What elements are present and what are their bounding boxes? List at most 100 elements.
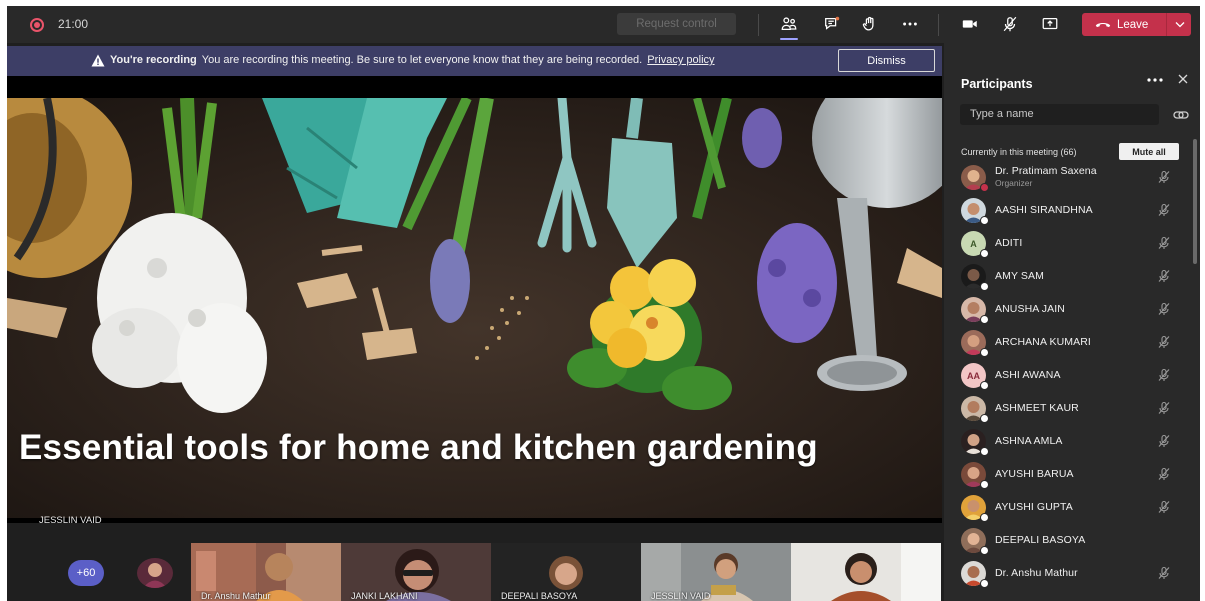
close-icon[interactable] (1175, 71, 1191, 87)
recording-title: You're recording (110, 54, 197, 66)
participant-name: ASHNA AMLA (995, 435, 1063, 447)
privacy-policy-link[interactable]: Privacy policy (647, 54, 714, 66)
participant-row[interactable]: A ADITI (944, 226, 1192, 259)
participant-name: ARCHANA KUMARI (995, 336, 1091, 348)
video-tile[interactable] (791, 543, 941, 601)
request-control-button[interactable]: Request control (617, 13, 736, 35)
participant-search-input[interactable] (960, 104, 1159, 124)
panel-more-icon[interactable] (1145, 73, 1165, 87)
participant-name: Dr. Anshu Mathur (995, 567, 1078, 579)
video-tile-name: JESSLIN VAID (651, 591, 711, 601)
status-badge (980, 414, 989, 423)
dismiss-button[interactable]: Dismiss (838, 49, 935, 72)
participant-row[interactable]: ASHMEET KAUR (944, 391, 1192, 424)
status-badge (980, 183, 989, 192)
participant-row[interactable]: Dr. Anshu Mathur (944, 556, 1192, 589)
share-invite-icon[interactable] (1172, 107, 1190, 123)
participant-avatar[interactable] (137, 558, 173, 588)
participants-icon[interactable] (776, 12, 802, 36)
status-badge (980, 513, 989, 522)
status-badge (980, 282, 989, 291)
participant-name: ADITI (995, 237, 1023, 249)
participant-role: Organizer (995, 178, 1033, 188)
video-tile-name: DEEPALI BASOYA (501, 591, 578, 601)
status-badge (980, 480, 989, 489)
more-participants-badge[interactable]: +60 (68, 560, 104, 586)
status-badge (980, 249, 989, 258)
video-tile[interactable]: JESSLIN VAID (641, 543, 791, 601)
active-tab-indicator (780, 38, 798, 40)
mic-off-icon[interactable] (1157, 500, 1171, 514)
mic-off-icon[interactable] (1157, 401, 1171, 415)
mic-off-icon[interactable] (1157, 434, 1171, 448)
participant-name: AYUSHI BARUA (995, 468, 1074, 480)
meeting-timer: 21:00 (58, 17, 89, 31)
panel-title: Participants (961, 77, 1033, 91)
presentation-slide: Essential tools for home and kitchen gar… (7, 98, 942, 518)
participant-name: ASHMEET KAUR (995, 402, 1079, 414)
participant-row[interactable]: AA ASHI AWANA (944, 358, 1192, 391)
status-badge (980, 447, 989, 456)
mute-all-button[interactable]: Mute all (1119, 143, 1179, 160)
participant-name: AMY SAM (995, 270, 1044, 282)
mic-off-icon[interactable] (1157, 302, 1171, 316)
warning-icon (91, 54, 105, 67)
toolbar-divider (758, 14, 759, 36)
participant-row[interactable]: ARCHANA KUMARI (944, 325, 1192, 358)
chat-icon[interactable] (819, 12, 845, 36)
meeting-toolbar: 21:00 Request control Leave (7, 6, 1200, 43)
status-badge (980, 579, 989, 588)
chevron-down-icon[interactable] (1173, 17, 1187, 31)
mic-off-icon[interactable] (1157, 566, 1171, 580)
participant-row[interactable]: Dr. Pratimam Saxena Organizer (944, 160, 1192, 193)
video-tile-name: JANKI LAKHANI (351, 591, 418, 601)
raise-hand-icon[interactable] (857, 12, 883, 36)
leave-label: Leave (1117, 18, 1149, 31)
leave-button[interactable]: Leave (1082, 13, 1191, 36)
participant-row[interactable]: AMY SAM (944, 259, 1192, 292)
presenter-name-tag: JESSLIN VAID (39, 515, 102, 526)
recording-banner: You're recording You are recording this m… (7, 46, 942, 76)
participant-name: Dr. Pratimam Saxena (995, 165, 1097, 177)
participant-search[interactable] (960, 104, 1159, 125)
leave-split-divider (1166, 13, 1167, 36)
mic-off-icon[interactable] (1157, 269, 1171, 283)
panel-scrollbar[interactable] (1193, 139, 1197, 264)
status-badge (980, 381, 989, 390)
mic-off-icon[interactable] (1157, 335, 1171, 349)
participant-row[interactable]: AYUSHI BARUA (944, 457, 1192, 490)
recording-message: You're recording You are recording this m… (110, 54, 715, 66)
status-badge (980, 216, 989, 225)
video-tile[interactable]: DEEPALI BASOYA (491, 543, 641, 601)
status-badge (980, 348, 989, 357)
video-tile[interactable]: JANKI LAKHANI (341, 543, 491, 601)
participant-row[interactable]: AASHI SIRANDHNA (944, 193, 1192, 226)
participant-row[interactable]: AYUSHI GUPTA (944, 490, 1192, 523)
mic-off-icon[interactable] (1157, 467, 1171, 481)
mic-off-icon[interactable] (1157, 236, 1171, 250)
camera-icon[interactable] (957, 12, 983, 36)
participant-row[interactable]: ASHNA AMLA (944, 424, 1192, 457)
participant-video-strip: +60 Dr. Anshu Mathur JANKI LAKHANI DEEPA… (7, 541, 942, 601)
video-tile-name: Dr. Anshu Mathur (201, 591, 271, 601)
participant-name: ASHI AWANA (995, 369, 1061, 381)
status-badge (980, 315, 989, 324)
participant-name: AASHI SIRANDHNA (995, 204, 1093, 216)
participant-name: DEEPALI BASOYA (995, 534, 1086, 546)
more-icon[interactable] (897, 12, 923, 36)
mic-off-icon[interactable] (1157, 170, 1171, 184)
mic-off-icon[interactable] (1157, 368, 1171, 382)
shared-content-stage: Essential tools for home and kitchen gar… (7, 76, 942, 523)
toolbar-divider (938, 14, 939, 36)
participant-row[interactable]: ANUSHA JAIN (944, 292, 1192, 325)
participant-name: AYUSHI GUPTA (995, 501, 1073, 513)
slide-title: Essential tools for home and kitchen gar… (19, 428, 818, 467)
participant-row[interactable]: DEEPALI BASOYA (944, 523, 1192, 556)
mic-off-icon[interactable] (1157, 203, 1171, 217)
recording-icon (30, 18, 44, 32)
mic-off-icon[interactable] (997, 12, 1023, 36)
share-screen-icon[interactable] (1037, 12, 1063, 36)
meeting-count-label: Currently in this meeting (66) (961, 147, 1077, 157)
meeting-window: 21:00 Request control Leave You're recor… (7, 6, 1200, 601)
video-tile[interactable]: Dr. Anshu Mathur (191, 543, 341, 601)
